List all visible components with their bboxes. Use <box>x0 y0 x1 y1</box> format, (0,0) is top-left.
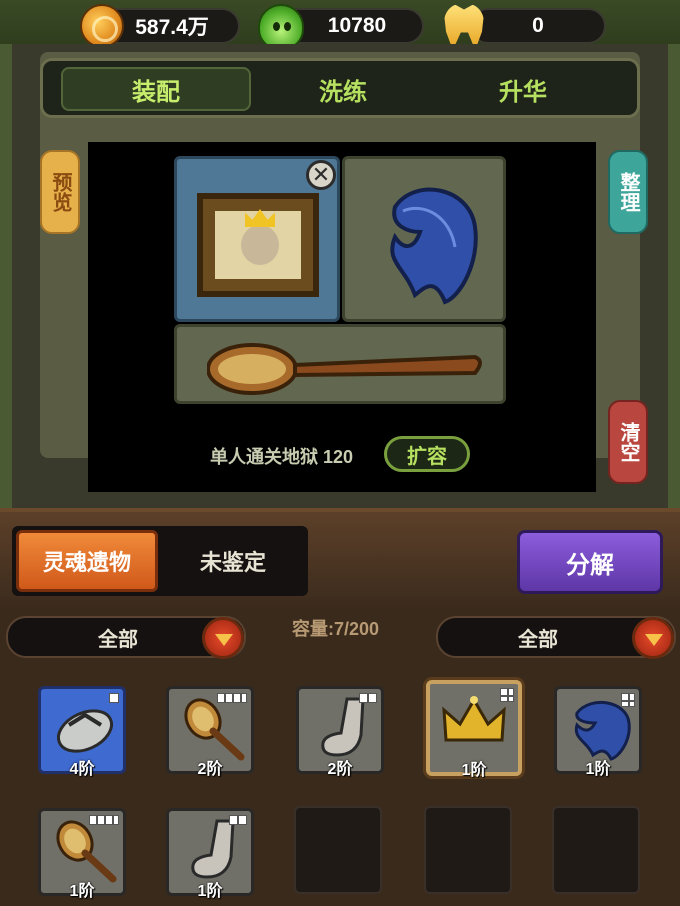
requirement-text: 单人通关地狱 120 <box>210 447 354 467</box>
item-tier-label: 2阶 <box>327 761 353 778</box>
tooth-counter: 0 <box>470 8 606 44</box>
king-portrait-icon <box>197 193 319 297</box>
grade-mark-icon <box>229 815 247 825</box>
inventory-item[interactable]: 1阶 <box>38 808 126 900</box>
tab-sublimate[interactable]: 升华 <box>428 67 618 111</box>
item-tier-label: 2阶 <box>197 761 223 778</box>
chevron-down-icon[interactable] <box>202 617 244 659</box>
preview-button[interactable]: 预览 <box>40 150 80 234</box>
decompose-button[interactable]: 分解 <box>517 530 663 594</box>
expand-button[interactable]: 扩容 <box>384 436 470 472</box>
tab-bar: 装配 洗练 升华 <box>40 58 640 118</box>
grade-mark-icon <box>217 693 247 703</box>
inventory-item[interactable]: 1阶 <box>554 686 642 778</box>
empty-inventory-slot[interactable] <box>294 806 382 894</box>
inventory-item[interactable]: 2阶 <box>166 686 254 778</box>
coin-amount: 587.4万 <box>135 16 209 39</box>
grade-mark-icon <box>109 693 119 703</box>
inventory-item[interactable]: 2阶 <box>296 686 384 778</box>
item-tier-label: 1阶 <box>585 761 611 778</box>
soul-relic-button[interactable]: 灵魂遗物 <box>16 530 158 592</box>
clear-button[interactable]: 清空 <box>608 400 648 484</box>
tab-equip[interactable]: 装配 <box>61 67 251 111</box>
grade-mark-icon <box>500 688 514 702</box>
grade-mark-icon <box>89 815 119 825</box>
tab-refine[interactable]: 洗练 <box>248 67 438 111</box>
unidentified-button[interactable]: 未鉴定 <box>160 530 306 592</box>
empty-inventory-slot[interactable] <box>424 806 512 894</box>
blue-feather-icon <box>390 187 478 305</box>
item-tier-label: 1阶 <box>69 883 95 900</box>
item-tier-label: 4阶 <box>69 761 95 778</box>
inventory-item[interactable]: 1阶 <box>426 680 522 779</box>
inventory-item[interactable]: 4阶 <box>38 686 126 778</box>
grade-mark-icon <box>359 693 377 703</box>
sort-button[interactable]: 整理 <box>608 150 648 234</box>
tooth-amount: 0 <box>532 14 544 37</box>
grade-mark-icon <box>621 693 635 707</box>
empty-inventory-slot[interactable] <box>552 806 640 894</box>
item-tier-label: 1阶 <box>461 762 487 779</box>
coin-icon <box>80 4 124 48</box>
inventory-item[interactable]: 1阶 <box>166 808 254 900</box>
bath-brush-icon <box>207 343 482 395</box>
capacity-label: 容量:7/200 <box>292 619 380 639</box>
chevron-down-icon[interactable] <box>632 617 674 659</box>
close-icon[interactable]: ✕ <box>306 160 336 190</box>
soul-amount: 10780 <box>327 14 387 37</box>
equip-slot-brush[interactable] <box>174 324 506 404</box>
equip-slot-feather[interactable] <box>342 156 506 322</box>
item-tier-label: 1阶 <box>197 883 223 900</box>
